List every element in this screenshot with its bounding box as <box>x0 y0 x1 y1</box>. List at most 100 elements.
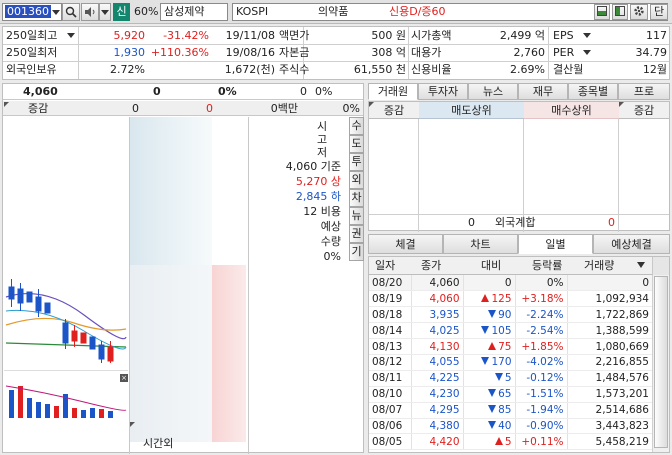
stock-code-value: 001360 <box>5 5 51 18</box>
credit-ratio-label: 신용비율 <box>411 63 452 76</box>
table-row[interactable]: 08/10 4,230 65 -1.51% 1,573,201 <box>369 386 653 403</box>
face-value: 500 원 <box>371 29 406 42</box>
low-250-date: 19/08/16 <box>225 46 275 59</box>
scrollbar[interactable] <box>652 275 669 452</box>
substitute-price-value: 2,760 <box>513 46 546 59</box>
table-row[interactable]: 08/05 4,420 5 +0.11% 5,458,219 <box>369 433 653 451</box>
row-date: 08/07 <box>369 402 412 419</box>
gear-icon[interactable] <box>630 4 648 20</box>
mini-volume-chart[interactable]: × <box>4 372 128 418</box>
upper-limit-value: 5,270 <box>295 175 328 188</box>
lower-limit-value: 2,845 <box>295 190 328 203</box>
down-arrow-icon <box>481 325 490 334</box>
toolbar: 001360 신 60% 삼성제약 KOSPI 의약품 신용D/증60 단 <box>0 0 672 24</box>
table-row[interactable]: 08/18 3,935 90 -2.24% 1,722,869 <box>369 306 653 324</box>
tab-by-stock[interactable]: 종목별 <box>568 83 618 100</box>
amount-value: 0백만 <box>270 102 298 115</box>
price-header: 4,060 0 0% 0 0% <box>3 84 363 100</box>
side-btn-do[interactable]: 도 <box>349 135 364 153</box>
per-label: PER <box>553 46 575 59</box>
change-label: 증감 <box>28 102 49 115</box>
volume-dropdown-icon[interactable] <box>637 262 645 268</box>
tab-program[interactable]: 프로 <box>618 83 670 100</box>
high-dropdown-icon[interactable] <box>67 33 75 38</box>
market-cap-value: 2,499 억 <box>499 29 545 42</box>
row-close: 4,420 <box>411 433 464 451</box>
row-rate: +0.11% <box>515 433 568 451</box>
scroll-thumb[interactable] <box>654 276 668 448</box>
foreign-hold-rate: 2.72% <box>110 63 145 76</box>
table-row[interactable]: 08/14 4,025 105 -2.54% 1,388,599 <box>369 322 653 340</box>
row-close: 4,055 <box>411 354 464 371</box>
table-row[interactable]: 08/13 4,130 75 +1.85% 1,080,669 <box>369 338 653 355</box>
mini-candle-chart[interactable] <box>4 267 128 371</box>
layout-icon[interactable] <box>594 4 610 20</box>
tab-news[interactable]: 뉴스 <box>468 83 518 100</box>
tab-finance[interactable]: 재무 <box>518 83 568 100</box>
change-header: 증감 0 0 0백만 0% <box>3 101 363 116</box>
row-date: 08/05 <box>369 433 412 451</box>
capital-value: 308 억 <box>371 46 406 59</box>
close-icon[interactable]: × <box>120 374 128 382</box>
per-value: 34.79 <box>635 46 668 59</box>
tab-chart[interactable]: 차트 <box>443 234 518 254</box>
single-view-button[interactable]: 단 <box>650 4 668 20</box>
search-icon[interactable] <box>62 3 80 21</box>
after-hours-label[interactable]: 시간외 <box>143 436 173 451</box>
down-arrow-icon <box>488 309 497 318</box>
cost-rate-value: 12 <box>303 205 318 218</box>
low-250-rate: +110.36% <box>150 46 209 59</box>
row-rate: 0% <box>515 275 568 292</box>
side-btn-rights[interactable]: 권 <box>349 225 364 243</box>
row-rate: -4.02% <box>515 354 568 371</box>
sell-top-header: 매도상위 <box>419 102 524 119</box>
sound-dropdown-icon[interactable] <box>99 3 111 21</box>
stock-code-field[interactable]: 001360 <box>2 3 62 21</box>
tab-trades[interactable]: 체결 <box>368 234 443 254</box>
broker-panel: 거래원 투자자 뉴스 재무 종목별 프로 증감 매도상위 매수상위 증감 0 외… <box>368 83 670 232</box>
table-row[interactable]: 08/20 4,060 0 0% 0 <box>369 275 653 292</box>
side-btn-other[interactable]: 기 <box>349 243 364 261</box>
row-date: 08/11 <box>369 370 412 387</box>
table-row[interactable]: 08/07 4,295 85 -1.94% 2,514,686 <box>369 402 653 419</box>
row-rate: -1.51% <box>515 386 568 403</box>
side-btn-news[interactable]: 뉴 <box>349 207 364 225</box>
change-value: 0 <box>153 85 161 98</box>
row-volume: 1,092,934 <box>567 290 653 308</box>
market-label: KOSPI <box>236 5 269 18</box>
shares-value: 61,550 천 <box>353 63 406 76</box>
tab-broker[interactable]: 거래원 <box>368 83 418 100</box>
eps-value: 117 <box>646 29 667 42</box>
table-row[interactable]: 08/11 4,225 5 -0.12% 1,484,576 <box>369 370 653 387</box>
eps-dropdown-icon[interactable] <box>583 33 591 38</box>
row-volume: 0 <box>567 275 653 292</box>
row-rate: -1.94% <box>515 402 568 419</box>
down-arrow-icon <box>481 357 490 366</box>
tab-expected-trades[interactable]: 예상체결 <box>593 234 670 254</box>
tab-investor[interactable]: 투자자 <box>418 83 468 100</box>
side-btn-foreign[interactable]: 외 <box>349 171 364 189</box>
per-dropdown-icon[interactable] <box>583 50 591 55</box>
tab-daily[interactable]: 일별 <box>518 234 593 254</box>
row-volume: 2,514,686 <box>567 402 653 419</box>
high-250-date: 19/11/08 <box>225 29 275 42</box>
speaker-icon[interactable] <box>81 3 99 21</box>
daily-rows: 08/20 4,060 0 0% 0 08/19 4,060 125 +3.18% 1,092,9… <box>369 275 653 451</box>
row-diff: 105 <box>463 322 516 340</box>
side-btn-chart[interactable]: 차 <box>349 189 364 207</box>
row-diff: 0 <box>463 275 516 292</box>
volume-value: 0 <box>300 85 307 98</box>
table-row[interactable]: 08/19 4,060 125 +3.18% 1,092,934 <box>369 290 653 308</box>
stock-info-grid: 250일최고 5,920 -31.42% 19/11/08 액면가 500 원 … <box>2 26 670 80</box>
side-btn-investor[interactable]: 투 <box>349 153 364 171</box>
row-diff: 170 <box>463 354 516 371</box>
market-cap-label: 시가총액 <box>411 29 452 42</box>
current-price: 4,060 <box>23 85 58 98</box>
table-row[interactable]: 08/12 4,055 170 -4.02% 2,216,855 <box>369 354 653 371</box>
change-pct: 0% <box>218 85 237 98</box>
split-icon[interactable] <box>612 4 628 20</box>
stock-name-field[interactable]: 삼성제약 <box>160 3 228 21</box>
credit-check-badge[interactable]: 신 <box>113 3 130 21</box>
side-btn-sell[interactable]: 수 <box>349 117 364 135</box>
table-row[interactable]: 08/06 4,380 40 -0.90% 3,443,823 <box>369 418 653 435</box>
